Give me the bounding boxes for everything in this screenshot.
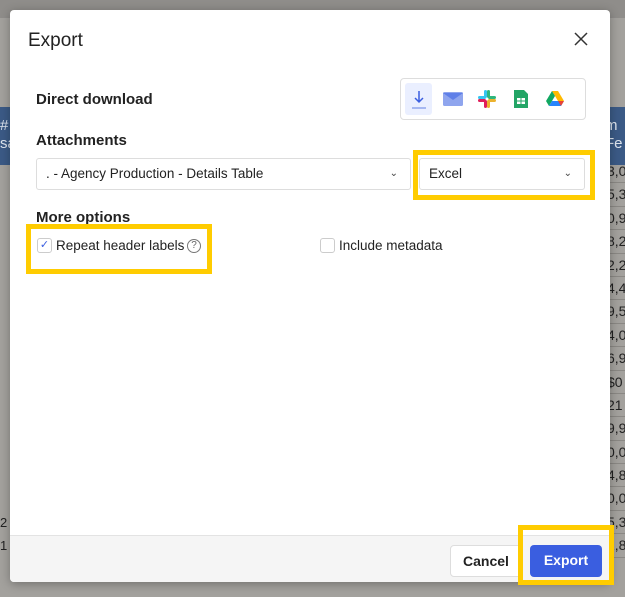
slack-destination-button[interactable] <box>473 83 500 115</box>
google-drive-destination-button[interactable] <box>541 83 568 115</box>
highlight-format-select <box>413 150 595 200</box>
slack-icon <box>477 90 496 108</box>
include-metadata-checkbox[interactable] <box>320 238 335 253</box>
highlight-repeat-header <box>26 224 212 274</box>
destination-picker <box>400 78 586 120</box>
download-icon <box>411 91 426 109</box>
google-drive-icon <box>545 91 564 106</box>
attachments-label: Attachments <box>36 132 127 149</box>
email-destination-button[interactable] <box>439 83 466 115</box>
highlight-export-button <box>518 525 614 585</box>
direct-download-label: Direct download <box>36 91 153 108</box>
report-select-value: . - Agency Production - Details Table <box>46 166 264 181</box>
dialog-title: Export <box>28 30 83 51</box>
cancel-button[interactable]: Cancel <box>450 545 522 577</box>
email-icon <box>442 92 463 106</box>
google-sheets-icon <box>513 90 528 108</box>
google-sheets-destination-button[interactable] <box>507 83 534 115</box>
export-dialog: Export Direct download Attachments . - A… <box>10 10 614 585</box>
include-metadata-label: Include metadata <box>339 238 443 253</box>
report-select[interactable]: . - Agency Production - Details Table ⌄ <box>36 158 411 190</box>
close-icon[interactable] <box>570 28 592 50</box>
chevron-down-icon: ⌄ <box>389 168 398 179</box>
download-destination-button[interactable] <box>405 83 432 115</box>
